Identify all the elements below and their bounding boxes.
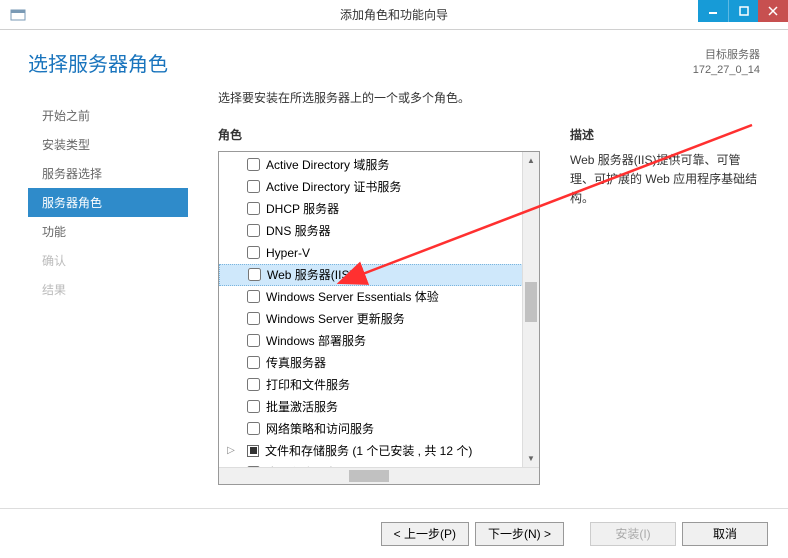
role-row[interactable]: 打印和文件服务 — [219, 374, 539, 396]
nav-item-2[interactable]: 服务器选择 — [28, 159, 188, 188]
role-row[interactable]: DHCP 服务器 — [219, 198, 539, 220]
role-label: Windows 部署服务 — [266, 331, 366, 351]
nav-item-3[interactable]: 服务器角色 — [28, 188, 188, 217]
role-checkbox[interactable] — [247, 202, 260, 215]
cancel-button[interactable]: 取消 — [682, 522, 768, 546]
role-row[interactable]: 批量激活服务 — [219, 396, 539, 418]
role-checkbox[interactable] — [247, 290, 260, 303]
description-panel: 描述 Web 服务器(IIS)提供可靠、可管理、可扩展的 Web 应用程序基础结… — [570, 126, 760, 485]
role-row[interactable]: Active Directory 证书服务 — [219, 176, 539, 198]
server-info: 目标服务器 172_27_0_14 — [693, 48, 760, 79]
role-label: Active Directory 域服务 — [266, 155, 389, 175]
server-label: 目标服务器 — [693, 48, 760, 63]
role-label: DNS 服务器 — [266, 221, 331, 241]
role-row[interactable]: 传真服务器 — [219, 352, 539, 374]
footer: < 上一步(P) 下一步(N) > 安装(I) 取消 — [0, 508, 788, 558]
header: 选择服务器角色 目标服务器 172_27_0_14 — [0, 30, 788, 89]
nav-item-0[interactable]: 开始之前 — [28, 101, 188, 130]
install-button[interactable]: 安装(I) — [590, 522, 676, 546]
role-row[interactable]: DNS 服务器 — [219, 220, 539, 242]
role-row[interactable]: Active Directory 域服务 — [219, 154, 539, 176]
role-row[interactable]: 网络策略和访问服务 — [219, 418, 539, 440]
role-label: 文件和存储服务 (1 个已安装 , 共 12 个) — [265, 441, 472, 461]
role-label: 网络策略和访问服务 — [266, 419, 374, 439]
previous-button[interactable]: < 上一步(P) — [381, 522, 469, 546]
roles-label: 角色 — [218, 126, 540, 143]
horizontal-scrollbar[interactable] — [219, 467, 539, 484]
role-label: 打印和文件服务 — [266, 375, 350, 395]
maximize-button[interactable] — [728, 0, 758, 22]
role-row[interactable]: ▷ 文件和存储服务 (1 个已安装 , 共 12 个) — [219, 440, 539, 462]
role-checkbox[interactable] — [247, 224, 260, 237]
window-title: 添加角色和功能向导 — [340, 6, 448, 23]
role-label: Hyper-V — [266, 243, 310, 263]
description-label: 描述 — [570, 126, 760, 143]
title-bar: 添加角色和功能向导 — [0, 0, 788, 30]
app-icon — [8, 5, 28, 25]
description-text: Web 服务器(IIS)提供可靠、可管理、可扩展的 Web 应用程序基础结构。 — [570, 151, 760, 209]
minimize-button[interactable] — [698, 0, 728, 22]
main: 选择要安装在所选服务器上的一个或多个角色。 角色 Active Director… — [188, 89, 760, 513]
role-checkbox[interactable] — [247, 312, 260, 325]
role-label: DHCP 服务器 — [266, 199, 339, 219]
scroll-thumb-h[interactable] — [349, 470, 389, 482]
expand-icon[interactable]: ▷ — [225, 441, 237, 461]
roles-list[interactable]: Active Directory 域服务Active Directory 证书服… — [219, 152, 539, 467]
nav-item-5: 确认 — [28, 246, 188, 275]
scroll-thumb-v[interactable] — [525, 282, 537, 322]
role-row[interactable]: Windows 部署服务 — [219, 330, 539, 352]
instruction-text: 选择要安装在所选服务器上的一个或多个角色。 — [218, 89, 760, 106]
page-title: 选择服务器角色 — [28, 48, 168, 77]
sidebar: 开始之前安装类型服务器选择服务器角色功能确认结果 — [28, 89, 188, 513]
roles-panel: 角色 Active Directory 域服务Active Directory … — [218, 126, 540, 485]
role-checkbox[interactable] — [247, 356, 260, 369]
wizard-body: 开始之前安装类型服务器选择服务器角色功能确认结果 选择要安装在所选服务器上的一个… — [0, 89, 788, 513]
server-name: 172_27_0_14 — [693, 63, 760, 78]
role-label: Web 服务器(IIS) — [267, 265, 353, 285]
role-row[interactable]: Web 服务器(IIS) — [219, 264, 539, 286]
role-row[interactable]: Windows Server Essentials 体验 — [219, 286, 539, 308]
role-row[interactable]: Windows Server 更新服务 — [219, 308, 539, 330]
role-label: Active Directory 证书服务 — [266, 177, 401, 197]
scroll-up-button[interactable]: ▲ — [523, 152, 539, 169]
scroll-down-button[interactable]: ▼ — [523, 450, 539, 467]
role-checkbox[interactable] — [248, 268, 261, 281]
role-checkbox[interactable] — [247, 422, 260, 435]
checkbox-partial[interactable] — [247, 445, 259, 457]
role-checkbox[interactable] — [247, 400, 260, 413]
nav-item-1[interactable]: 安装类型 — [28, 130, 188, 159]
role-row[interactable]: Hyper-V — [219, 242, 539, 264]
role-checkbox[interactable] — [247, 246, 260, 259]
role-checkbox[interactable] — [247, 158, 260, 171]
role-checkbox[interactable] — [247, 378, 260, 391]
role-label: Windows Server 更新服务 — [266, 309, 405, 329]
close-button[interactable] — [758, 0, 788, 22]
role-checkbox[interactable] — [247, 334, 260, 347]
role-checkbox[interactable] — [247, 180, 260, 193]
role-label: 传真服务器 — [266, 353, 326, 373]
nav-item-4[interactable]: 功能 — [28, 217, 188, 246]
next-button[interactable]: 下一步(N) > — [475, 522, 564, 546]
window-controls — [698, 0, 788, 22]
roles-listbox: Active Directory 域服务Active Directory 证书服… — [218, 151, 540, 485]
role-label: 批量激活服务 — [266, 397, 338, 417]
role-label: Windows Server Essentials 体验 — [266, 287, 439, 307]
vertical-scrollbar[interactable]: ▲ ▼ — [522, 152, 539, 467]
nav-item-6: 结果 — [28, 275, 188, 304]
